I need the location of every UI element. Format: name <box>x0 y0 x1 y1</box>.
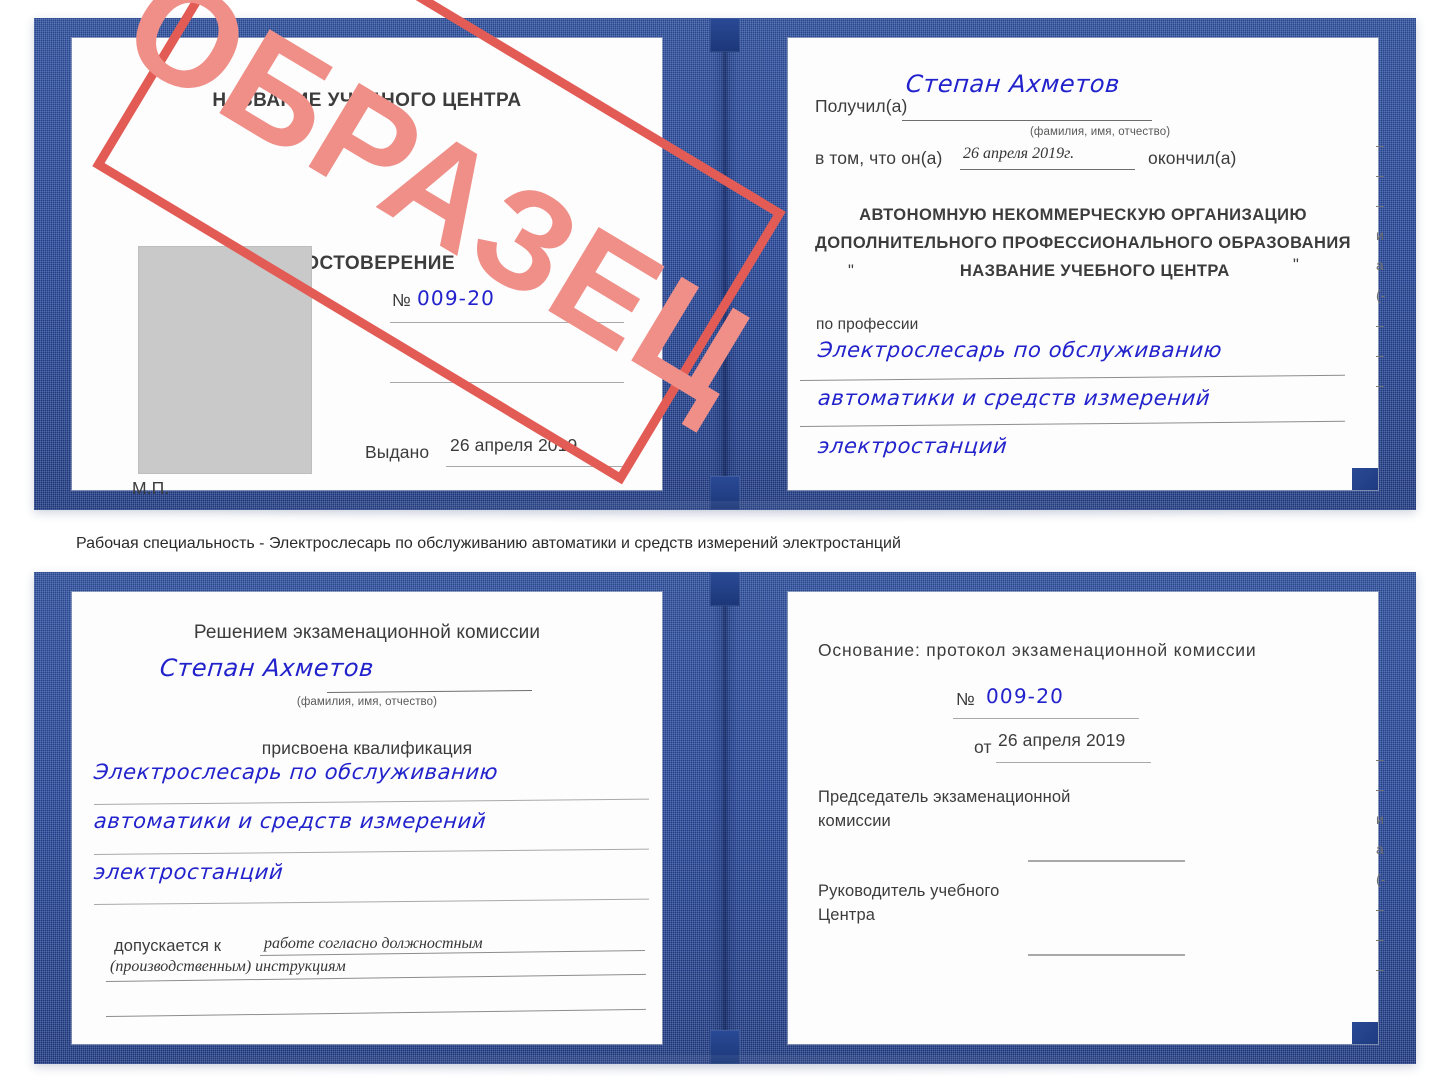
right-edge-clipped-marks-top: – – – и а (- – – – <box>1376 138 1402 392</box>
protocol-number-label: № <box>956 689 975 709</box>
profession-label: по профессии <box>816 316 919 333</box>
bottom-left-page: Решением экзаменационной комиссии Степан… <box>72 592 662 1044</box>
head-of-center-line-2: Центра <box>818 906 876 924</box>
protocol-date-label: от <box>974 737 992 757</box>
protocol-number-value: 009-20 <box>985 684 1065 708</box>
finished-label: окончил(а) <box>1148 148 1237 168</box>
graduate-name-rule <box>326 690 532 693</box>
spine-notch-top-lower <box>710 476 740 510</box>
head-of-center-line-1: Руководитель учебного <box>818 882 1000 900</box>
qualification-rule-1 <box>93 798 649 805</box>
admitted-rule-3 <box>105 1008 646 1017</box>
organization-quote-open: " <box>848 262 854 280</box>
bottom-right-page: Основание: протокол экзаменационной коми… <box>788 592 1378 1044</box>
issued-date-value: 26 апреля 2019 <box>450 435 578 455</box>
training-center-name-heading: НАЗВАНИЕ УЧЕБНОГО ЦЕНТРА <box>212 90 522 111</box>
organization-quote-close: " <box>1293 256 1299 274</box>
top-left-page: НАЗВАНИЕ УЧЕБНОГО ЦЕНТРА УДОСТОВЕРЕНИЕ №… <box>72 38 662 498</box>
chairman-line-2: комиссии <box>818 812 891 830</box>
booklet-spine-top <box>712 18 738 510</box>
qualification-label: присвоена квалификация <box>261 738 473 758</box>
fio-hint-bottom: (фамилия, имя, отчество) <box>296 696 438 708</box>
right-edge-clipped-marks-bottom: – – и а (- – – – <box>1376 752 1402 976</box>
seal-label: М.П. <box>132 478 170 498</box>
protocol-date-rule <box>996 762 1151 763</box>
spine-notch-bottom-lower <box>710 1030 740 1064</box>
spine-notch-bottom-upper <box>710 572 740 606</box>
issued-rule <box>446 466 626 467</box>
qualification-line-1: Электрослесарь по обслуживанию <box>92 760 500 784</box>
admitted-line-1: работе согласно должностным <box>264 935 483 952</box>
spine-notch-top-upper <box>710 18 740 52</box>
admitted-label: допускается к <box>114 937 222 955</box>
profession-rule-2 <box>799 420 1345 427</box>
basis-protocol-label: Основание: протокол экзаменационной коми… <box>818 640 1257 660</box>
certificate-bottom: Решением экзаменационной комиссии Степан… <box>34 572 1416 1077</box>
blank-rule-1 <box>390 382 624 383</box>
that-he-date-value: 26 апреля 2019г. <box>963 145 1075 162</box>
that-he-label: в том, что он(а) <box>815 148 943 168</box>
head-of-center-signature-rule <box>1028 954 1185 956</box>
page-corner-cut-bottom <box>1352 1022 1378 1044</box>
commission-decision-heading: Решением экзаменационной комиссии <box>193 622 541 643</box>
certificate-number-value: 009-20 <box>416 286 496 310</box>
organization-line-2: ДОПОЛНИТЕЛЬНОГО ПРОФЕССИОНАЛЬНОГО ОБРАЗО… <box>815 234 1351 252</box>
received-rule <box>902 120 1152 121</box>
organization-line-3: НАЗВАНИЕ УЧЕБНОГО ЦЕНТРА <box>959 262 1230 280</box>
booklet-spine-bottom <box>712 572 738 1064</box>
that-he-rule <box>960 169 1135 170</box>
profession-line-2: автоматики и средств измерений <box>816 386 1212 410</box>
certificate-number-label: № <box>392 290 411 310</box>
image-caption: Рабочая специальность - Электрослесарь п… <box>76 535 901 552</box>
received-name-value: Степан Ахметов <box>904 70 1122 98</box>
fio-hint: (фамилия, имя, отчество) <box>1030 126 1171 138</box>
qualification-line-2: автоматики и средств измерений <box>92 809 488 833</box>
screenshot-canvas: НАЗВАНИЕ УЧЕБНОГО ЦЕНТРА УДОСТОВЕРЕНИЕ №… <box>0 0 1448 1085</box>
issued-label: Выдано <box>365 442 430 462</box>
qualification-line-3: электростанций <box>92 860 285 884</box>
admitted-line-2: (производственным) инструкциям <box>110 958 346 975</box>
profession-line-1: Электрослесарь по обслуживанию <box>816 338 1224 362</box>
certificate-top: НАЗВАНИЕ УЧЕБНОГО ЦЕНТРА УДОСТОВЕРЕНИЕ №… <box>34 0 1416 523</box>
protocol-date-value: 26 апреля 2019 <box>998 730 1126 750</box>
chairman-signature-rule <box>1028 860 1185 862</box>
certificate-number-rule <box>390 322 624 323</box>
qualification-rule-2 <box>93 848 649 855</box>
top-right-page: Получил(а) Степан Ахметов (фамилия, имя,… <box>788 38 1378 490</box>
profession-line-3: электростанций <box>816 434 1009 458</box>
qualification-rule-3 <box>93 898 649 905</box>
chairman-line-1: Председатель экзаменационной <box>818 788 1071 806</box>
protocol-number-rule <box>953 718 1139 719</box>
profession-rule-1 <box>799 374 1345 381</box>
photo-placeholder <box>138 246 312 474</box>
page-corner-cut-top <box>1352 468 1378 490</box>
received-label: Получил(а) <box>815 96 908 116</box>
organization-line-1: АВТОНОМНУЮ НЕКОММЕРЧЕСКУЮ ОРГАНИЗАЦИЮ <box>859 206 1307 224</box>
graduate-name-value: Степан Ахметов <box>158 654 376 682</box>
